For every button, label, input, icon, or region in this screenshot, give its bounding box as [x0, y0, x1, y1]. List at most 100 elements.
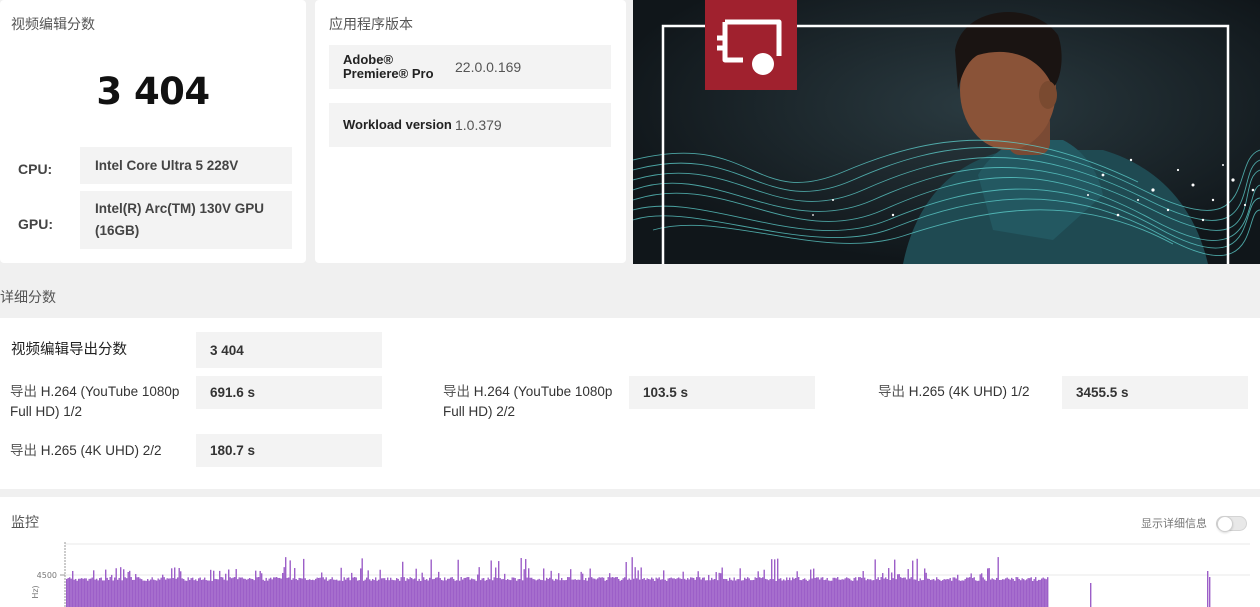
- trace-bar: [580, 571, 582, 607]
- frequency-trace: [66, 557, 1211, 607]
- trace-bar: [363, 580, 365, 607]
- trace-bar: [435, 577, 437, 607]
- monitoring-chart: 4500 Hz): [31, 542, 1250, 607]
- trace-bar: [390, 577, 392, 607]
- trace-bar: [82, 578, 84, 607]
- trace-bar: [111, 574, 113, 607]
- export-prefix: 导出: [878, 384, 905, 400]
- trace-bar: [1017, 577, 1019, 607]
- trace-bar: [88, 578, 90, 607]
- trace-bar: [487, 577, 489, 607]
- trace-bar: [225, 573, 227, 607]
- trace-bar: [874, 559, 876, 607]
- trace-bar: [565, 579, 567, 607]
- trace-bar: [352, 577, 354, 607]
- trace-bar: [552, 579, 554, 607]
- trace-bar: [598, 577, 600, 607]
- trace-bar: [655, 577, 657, 607]
- trace-bar: [466, 577, 468, 607]
- trace-bar: [718, 572, 720, 607]
- trace-bar: [262, 579, 264, 607]
- trace-bar: [676, 578, 678, 607]
- trace-bar: [736, 579, 738, 607]
- trace-bar: [502, 578, 504, 607]
- export-prefix: 导出: [10, 384, 37, 400]
- trace-bar: [928, 578, 930, 607]
- trace-bar: [66, 578, 68, 607]
- trace-bar: [798, 577, 800, 607]
- trace-bar: [990, 579, 992, 607]
- trace-bar: [133, 579, 135, 607]
- trace-bar: [813, 568, 815, 607]
- trace-bar: [408, 579, 410, 607]
- trace-bar: [987, 568, 989, 607]
- trace-bar: [250, 578, 252, 607]
- export-item-label: 导出 H.264 (YouTube 1080p Full HD) 2/2: [443, 382, 618, 421]
- trace-bar: [850, 580, 852, 607]
- trace-bar: [420, 580, 422, 607]
- trace-bar: [622, 578, 624, 607]
- trace-bar: [522, 580, 524, 607]
- trace-bar: [202, 579, 204, 607]
- trace-bar: [90, 578, 92, 607]
- trace-bar: [922, 579, 924, 607]
- trace-bar: [556, 579, 558, 607]
- trace-bar: [859, 577, 861, 607]
- trace-bar: [258, 577, 260, 607]
- trace-bar: [837, 577, 839, 607]
- trace-bar: [697, 571, 699, 607]
- trace-bar: [993, 579, 995, 607]
- trace-bar: [382, 578, 384, 607]
- trace-bar: [855, 577, 857, 607]
- trace-bar: [291, 579, 293, 607]
- trace-bar: [780, 578, 782, 607]
- trace-bar: [720, 573, 722, 607]
- trace-bar: [1029, 578, 1031, 607]
- trace-bar: [924, 568, 926, 607]
- trace-bar: [124, 577, 126, 607]
- trace-bar: [205, 580, 207, 607]
- trace-bar: [952, 577, 954, 607]
- trace-bar: [529, 577, 531, 607]
- trace-bar: [847, 578, 849, 607]
- trace-bar: [523, 569, 525, 607]
- trace-bar: [331, 577, 333, 607]
- trace-bar: [942, 580, 944, 607]
- trace-bar: [477, 574, 479, 607]
- trace-bar: [853, 577, 855, 607]
- trace-bar: [814, 577, 816, 607]
- trace-bar: [72, 570, 74, 607]
- trace-bar: [198, 578, 200, 607]
- trace-bar: [750, 580, 752, 607]
- trace-bar: [727, 580, 729, 607]
- score-card: 视频编辑分数 3 404 CPU: Intel Core Ultra 5 228…: [0, 0, 306, 263]
- trace-bar: [495, 567, 497, 607]
- trace-bar: [309, 579, 311, 607]
- trace-bar: [819, 579, 821, 607]
- trace-bar: [981, 573, 983, 607]
- trace-bar: [298, 577, 300, 607]
- trace-bar: [873, 580, 875, 607]
- trace-bar: [973, 577, 975, 607]
- trace-bar: [430, 559, 432, 607]
- trace-bar: [852, 580, 854, 607]
- trace-bar: [346, 577, 348, 607]
- cpu-label: CPU:: [18, 161, 53, 177]
- trace-bar: [660, 579, 662, 607]
- trace-bar: [484, 580, 486, 607]
- trace-bar: [684, 578, 686, 607]
- trace-bar: [450, 577, 452, 607]
- trace-bar: [138, 577, 140, 607]
- trace-bar: [547, 578, 549, 607]
- trace-bar: [493, 577, 495, 607]
- trace-bar: [418, 578, 420, 607]
- trace-bar: [453, 578, 455, 607]
- trace-bar: [729, 577, 731, 607]
- trace-bar: [387, 577, 389, 607]
- trace-bar: [369, 579, 371, 607]
- trace-bar: [1021, 578, 1023, 607]
- trace-bar: [328, 579, 330, 607]
- trace-bar: [681, 578, 683, 607]
- trace-bar: [628, 578, 630, 607]
- trace-bar: [118, 577, 120, 607]
